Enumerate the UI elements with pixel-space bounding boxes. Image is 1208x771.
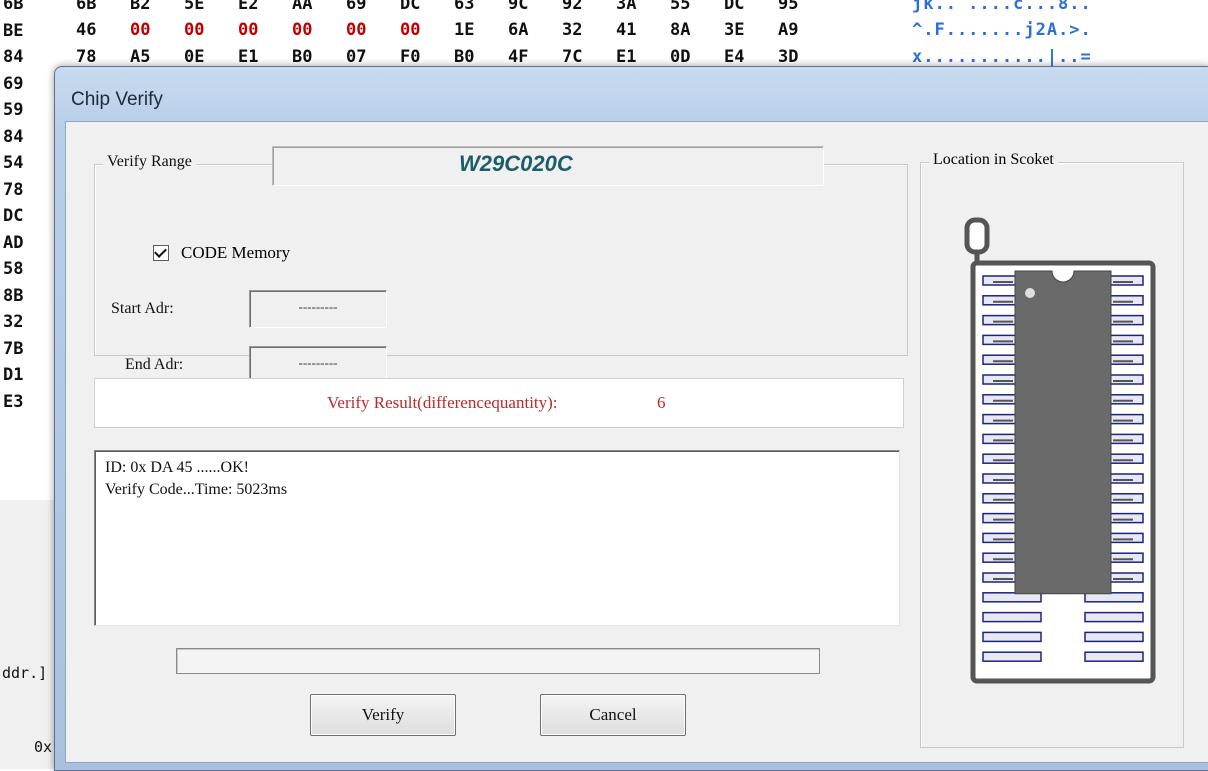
verify-log[interactable]: ID: 0x DA 45 ......OK! Verify Code...Tim… [94,450,900,626]
hex-cell[interactable]: 6A [508,20,528,40]
hex-cell[interactable]: 9C [508,0,528,14]
chip-name: W29C020C [459,151,573,176]
chip-pin1-marker [1025,288,1035,298]
hex-cell[interactable]: E4 [724,47,744,67]
hex-cell[interactable]: 95 [778,0,798,14]
address-label: ddr.] [2,664,48,682]
cancel-button[interactable]: Cancel [540,694,686,736]
hex-cell[interactable]: 3A [616,0,636,14]
hex-cell[interactable]: F0 [400,47,420,67]
start-adr-field[interactable]: --------- [249,290,387,328]
hex-cell[interactable]: 6B [76,0,96,14]
socket-pin-left [982,631,1042,643]
address-value-label: 0x [34,738,53,756]
end-adr-label: End Adr: [125,356,184,373]
dip-socket-icon [964,217,1156,684]
hex-row-label: 7B [3,338,24,359]
hex-cell[interactable]: 46 [76,20,96,40]
hex-row-label: AD [3,232,24,253]
log-line: Verify Code...Time: 5023ms [105,481,288,498]
address-panel: ddr.] 0x [0,500,60,769]
dialog-client-area: Verify Range CODE Memory Start Adr: ----… [65,121,1208,763]
hex-cell[interactable]: DC [724,0,744,14]
socket-pin-left [982,651,1042,662]
socket-pin-right [1084,611,1144,623]
verify-result-bar: Verify Result(differencequantity): 6 [94,378,904,428]
hex-cell[interactable]: 0D [670,47,690,67]
hex-cell[interactable]: 78 [76,47,96,67]
hex-cell[interactable]: 3D [778,47,798,67]
start-adr-label: Start Adr: [111,300,174,317]
hex-row-label: 54 [3,153,24,173]
hex-cell[interactable]: 69 [346,0,366,14]
hex-cell[interactable]: 55 [670,0,690,14]
hex-cell[interactable]: 00 [292,20,312,40]
hex-cell[interactable]: 7C [562,47,582,67]
hex-ascii: jk.. ....c...8.. [912,0,1092,14]
hex-cell[interactable]: 1E [454,20,474,40]
hex-cell[interactable]: 00 [400,20,420,40]
hex-row-label: 78 [3,179,24,200]
code-memory-label: CODE Memory [181,243,291,262]
hex-cell[interactable]: 41 [616,20,636,40]
hex-row-label: 32 [3,312,24,332]
socket-pin-left [982,611,1042,623]
hex-cell[interactable]: 00 [238,20,258,40]
socket-pin-right [1084,631,1144,643]
hex-row-label: 6B [3,0,24,14]
hex-cell[interactable]: E1 [616,47,636,67]
verify-progress-bar [176,648,820,674]
hex-ascii: x...........|..= [912,47,1092,67]
hex-cell[interactable]: E1 [238,47,258,67]
hex-cell[interactable]: AA [292,0,312,14]
hex-ascii: ^.F.......j2A.>. [912,20,1092,40]
dialog-titlebar[interactable]: Chip Verify [55,67,1208,125]
hex-cell[interactable]: 8A [670,20,690,40]
hex-cell[interactable]: 5E [184,0,204,14]
verify-result-label: Verify Result(differencequantity): [327,393,558,412]
log-line: ID: 0x DA 45 ......OK! [105,459,249,476]
code-memory-checkbox-row[interactable]: CODE Memory [153,243,290,263]
hex-row-label: 69 [3,73,24,94]
hex-cell[interactable]: 00 [346,20,366,40]
hex-cell[interactable]: E2 [238,0,258,14]
verify-range-group: Verify Range CODE Memory Start Adr: ----… [94,153,908,384]
hex-row-label: BE [3,20,24,41]
verify-range-label: Verify Range [103,153,196,171]
socket-lever [964,217,990,255]
chip-verify-dialog: Chip Verify Verify Range CODE Memory Sta… [54,66,1208,771]
hex-cell[interactable]: 63 [454,0,474,14]
hex-cell[interactable]: 92 [562,0,582,14]
code-memory-checkbox[interactable] [153,245,169,261]
hex-row-labels: 6B BE 84 69 59 84 54 78 DC AD 58 8B 32 7B D1 E3 [0,0,55,500]
hex-row-label: DC [3,206,24,226]
dialog-title: Chip Verify [71,89,163,110]
chip-body [1014,270,1112,595]
hex-row-label: 58 [3,259,24,279]
hex-cell[interactable]: B0 [454,47,474,67]
hex-cell[interactable]: 00 [184,20,204,40]
hex-cell[interactable]: 0E [184,47,204,67]
hex-row-label: 8B [3,285,24,306]
hex-cell[interactable]: A9 [778,20,798,40]
hex-cell[interactable]: B2 [130,0,150,14]
hex-cell[interactable]: 32 [562,20,582,40]
hex-row-label: 84 [3,47,24,67]
hex-row-label: D1 [3,365,24,385]
hex-cell[interactable]: B0 [292,47,312,67]
hex-cell[interactable]: 00 [130,20,150,40]
hex-cell[interactable]: 4F [508,47,528,67]
hex-row-label: E3 [3,391,24,412]
hex-cell[interactable]: DC [400,0,420,14]
hex-row-label: 84 [3,126,24,147]
hex-cell[interactable]: 07 [346,47,366,67]
chip-name-display: W29C020C [272,146,824,186]
socket-location-group: Location in Scoket [920,151,1184,748]
hex-row-label: 59 [3,100,24,120]
hex-cell[interactable]: 3E [724,20,744,40]
verify-button[interactable]: Verify [310,694,456,736]
socket-pin-right [1084,651,1144,662]
verify-result-value: 6 [657,393,666,412]
hex-cell[interactable]: A5 [130,47,150,67]
